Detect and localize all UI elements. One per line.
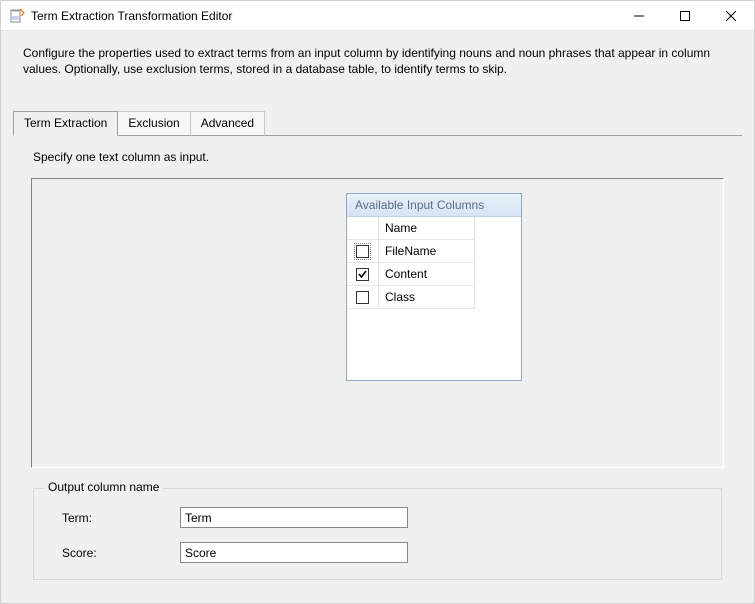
- columns-grid-header: Name: [347, 217, 521, 240]
- columns-grid-body: FileName Content: [347, 240, 521, 380]
- titlebar: Term Extraction Transformation Editor: [1, 1, 754, 31]
- app-icon: [9, 8, 25, 24]
- tabstrip: Term Extraction Exclusion Advanced: [1, 87, 754, 135]
- description-text: Configure the properties used to extract…: [1, 31, 754, 87]
- columns-grid: Name FileName: [347, 217, 521, 380]
- checkbox-unchecked-icon: [356, 245, 369, 258]
- term-row: Term:: [50, 507, 705, 528]
- tab-panel-term-extraction: Specify one text column as input. Availa…: [13, 135, 742, 603]
- columns-panel-title: Available Input Columns: [347, 194, 521, 217]
- column-checkbox-cell[interactable]: [347, 263, 379, 286]
- tab-term-extraction[interactable]: Term Extraction: [13, 111, 118, 136]
- checkbox-checked-icon: [356, 268, 369, 281]
- tab-label: Term Extraction: [24, 116, 107, 130]
- window-title: Term Extraction Transformation Editor: [31, 9, 232, 23]
- column-row[interactable]: FileName: [347, 240, 521, 263]
- checkbox-unchecked-icon: [356, 291, 369, 304]
- column-name-cell: FileName: [379, 240, 475, 263]
- header-name: Name: [379, 217, 475, 240]
- term-input[interactable]: [180, 507, 408, 528]
- column-row[interactable]: Class: [347, 286, 521, 309]
- score-label: Score:: [50, 546, 180, 560]
- column-row[interactable]: Content: [347, 263, 521, 286]
- output-column-name-group: Output column name Term: Score:: [33, 488, 722, 580]
- column-checkbox-cell[interactable]: [347, 286, 379, 309]
- column-name-cell: Content: [379, 263, 475, 286]
- panel-instruction: Specify one text column as input.: [33, 150, 724, 164]
- tab-label: Exclusion: [128, 116, 179, 130]
- maximize-button[interactable]: [662, 1, 708, 31]
- editor-window: Term Extraction Transformation Editor Co…: [0, 0, 755, 604]
- tab-label: Advanced: [201, 116, 254, 130]
- available-input-columns-panel: Available Input Columns Name FileName: [346, 193, 522, 381]
- close-button[interactable]: [708, 1, 754, 31]
- column-name-cell: Class: [379, 286, 475, 309]
- columns-area: Available Input Columns Name FileName: [31, 178, 724, 468]
- header-check: [347, 217, 379, 240]
- tab-exclusion[interactable]: Exclusion: [117, 111, 190, 136]
- tab-advanced[interactable]: Advanced: [190, 111, 265, 136]
- score-input[interactable]: [180, 542, 408, 563]
- score-row: Score:: [50, 542, 705, 563]
- term-label: Term:: [50, 511, 180, 525]
- column-checkbox-cell[interactable]: [347, 240, 379, 263]
- minimize-button[interactable]: [616, 1, 662, 31]
- output-group-legend: Output column name: [44, 480, 163, 494]
